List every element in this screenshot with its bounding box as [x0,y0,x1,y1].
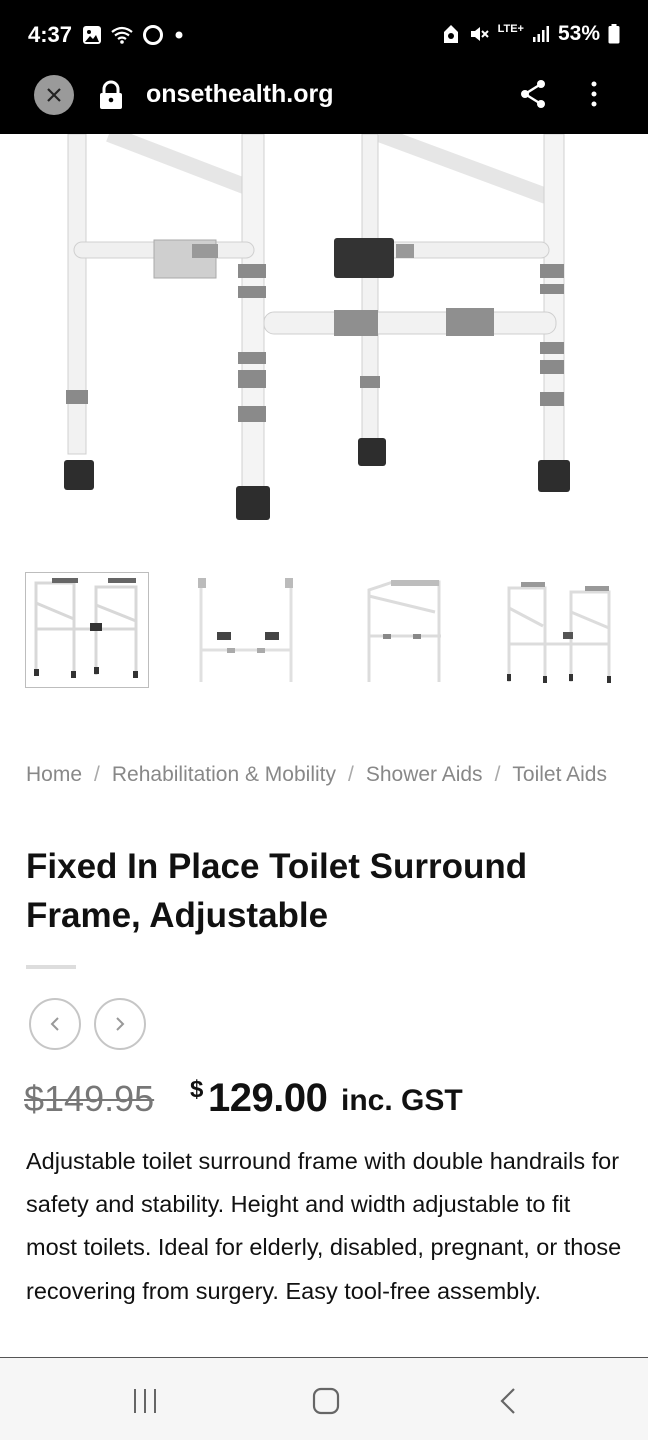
lock-icon [100,80,122,109]
close-tab-button[interactable] [34,75,74,115]
frame-thumbnail-angle [367,580,441,682]
wifi-icon [111,26,133,44]
thumbnail-3[interactable] [347,572,471,688]
breadcrumb-rehabilitation[interactable]: Rehabilitation & Mobility [112,763,336,786]
recents-button[interactable] [130,1386,160,1421]
thumbnail-gallery [25,572,625,688]
product-description: Adjustable toilet surround frame with do… [26,1148,622,1304]
back-button[interactable] [494,1386,524,1421]
toilet-frame-image [64,134,570,520]
price-suffix: inc. GST [341,1084,463,1117]
status-time: 4:37 [28,22,73,47]
breadcrumb-toilet-aids[interactable]: Toilet Aids [512,763,607,786]
title-divider [26,965,76,969]
mute-icon [470,27,489,41]
thumbnail-2[interactable] [181,572,305,688]
battery-icon [608,24,620,44]
breadcrumb-home[interactable]: Home [26,763,82,786]
chevron-right-icon [116,1017,125,1031]
share-icon [521,80,545,108]
dot-icon [175,31,183,39]
frame-thumbnail-front [34,578,138,678]
alarm-icon [443,25,458,43]
share-button[interactable] [518,78,548,115]
home-icon [312,1387,340,1415]
frame-thumbnail-side [198,578,293,682]
more-vert-icon [591,81,597,107]
home-button[interactable] [311,1386,341,1421]
product-title-line-1: Fixed In Place Toilet Surround [26,847,528,886]
next-product-button[interactable] [94,998,146,1050]
original-price: $149.95 [24,1078,155,1119]
sale-price: 129.00 [208,1076,328,1120]
image-icon [83,26,101,44]
breadcrumb: Home / Rehabilitation & Mobility / Shower Ai… [26,763,607,786]
product-title-line-2: Frame, Adjustable [26,896,329,935]
previous-product-button[interactable] [29,998,81,1050]
recents-icon [134,1389,156,1413]
back-icon [500,1388,515,1414]
thumbnail-1[interactable] [25,572,149,688]
ring-icon [143,25,163,45]
network-type: LTE+ [497,22,524,35]
url-text[interactable]: onsethealth.org [146,80,334,109]
thumbnail-4[interactable] [501,572,625,688]
battery-text: 53% [557,22,600,45]
system-navigation-bar [0,1357,648,1440]
browser-url-bar: onsethealth.org [0,70,648,134]
product-title: Fixed In Place Toilet Surround Frame, Ad… [26,842,626,940]
breadcrumb-shower-aids[interactable]: Shower Aids [366,763,483,786]
chevron-left-icon [50,1017,59,1031]
signal-icon [532,26,549,42]
status-bar: 4:37 LTE+ 53% [0,0,648,70]
more-options-button[interactable] [584,78,604,115]
close-icon [47,88,61,102]
product-main-image[interactable] [24,134,624,544]
currency-symbol: $ [190,1076,204,1103]
site-security-button[interactable] [98,80,124,115]
frame-thumbnail-pair [507,582,611,683]
